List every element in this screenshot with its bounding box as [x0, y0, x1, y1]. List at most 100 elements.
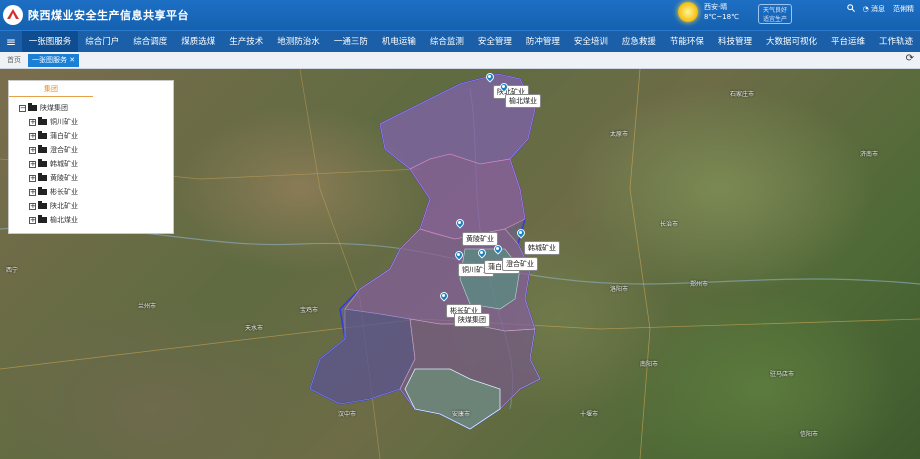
- tab-current[interactable]: 一张图服务 ✕: [28, 53, 80, 67]
- tree-node[interactable]: + 韩城矿业: [19, 157, 173, 171]
- user-name: 范俐精: [893, 5, 914, 13]
- weather-city: 西安·晴: [704, 3, 728, 11]
- marker-label[interactable]: 韩城矿业: [524, 241, 560, 255]
- nav-item[interactable]: 地测防治水: [270, 31, 327, 53]
- expand-icon[interactable]: +: [29, 174, 36, 182]
- folder-icon: [38, 131, 47, 139]
- tree-node[interactable]: + 榆北煤业: [19, 213, 173, 227]
- nav-item[interactable]: 煤质选煤: [174, 31, 222, 53]
- folder-icon: [38, 159, 47, 167]
- tree-node[interactable]: + 蒲白矿业: [19, 129, 173, 143]
- map-marker-pin[interactable]: [438, 290, 450, 302]
- city-label: 汉中市: [338, 411, 357, 418]
- tree-node-root[interactable]: − 陕煤集团: [19, 101, 173, 115]
- expand-icon[interactable]: +: [29, 118, 36, 126]
- bell-icon: ◔: [862, 5, 869, 13]
- expand-icon[interactable]: +: [29, 146, 36, 154]
- marker-label[interactable]: 陕煤集团: [454, 313, 490, 327]
- city-label: 宝鸡市: [300, 307, 319, 314]
- nav-item[interactable]: 一通三防: [327, 31, 375, 53]
- expand-icon[interactable]: +: [29, 202, 36, 210]
- nav-item[interactable]: 生产技术: [222, 31, 270, 53]
- nav-item[interactable]: 安全管理: [471, 31, 519, 53]
- org-tree-panel: 集团 − 陕煤集团 + 铜川矿业 + 蒲白矿业 + 澄合矿业 + 韩城矿业 + 黄陵矿业 + 彬长矿业…: [8, 80, 174, 234]
- map-marker-pin[interactable]: [453, 249, 465, 261]
- nav-item[interactable]: 科技管理: [711, 31, 759, 53]
- sun-icon: [678, 2, 698, 22]
- message-button[interactable]: ◔ 消息: [863, 4, 885, 14]
- nav-item[interactable]: 综合门户: [78, 31, 126, 53]
- folder-icon: [38, 201, 47, 209]
- city-label: 驻马店市: [770, 371, 795, 378]
- company-logo: [3, 5, 23, 25]
- city-label: 太原市: [610, 131, 629, 138]
- tree-node-label: 铜川矿业: [50, 118, 78, 126]
- city-label: 石家庄市: [730, 91, 755, 98]
- nav-item[interactable]: 综合调度: [126, 31, 174, 53]
- nav-item[interactable]: 平台运维: [824, 31, 872, 53]
- expand-icon[interactable]: +: [29, 132, 36, 140]
- city-label: 十堰市: [580, 411, 599, 418]
- map-marker-pin[interactable]: [476, 247, 488, 259]
- message-label: 消息: [871, 5, 885, 13]
- tree-node[interactable]: + 铜川矿业: [19, 115, 173, 129]
- expand-icon[interactable]: +: [29, 160, 36, 168]
- user-menu[interactable]: 范俐精: [893, 4, 914, 14]
- production-suggestion-text: 适宜生产: [762, 16, 787, 23]
- folder-icon: [28, 103, 37, 111]
- nav-item[interactable]: 节能环保: [663, 31, 711, 53]
- collapse-icon[interactable]: −: [19, 104, 26, 112]
- expand-icon[interactable]: +: [29, 216, 36, 224]
- refresh-icon[interactable]: ⟳: [906, 53, 914, 64]
- tab-home[interactable]: 首页: [3, 54, 25, 67]
- folder-icon: [38, 145, 47, 153]
- tree-tab-group[interactable]: 集团: [9, 81, 93, 97]
- close-icon[interactable]: ✕: [69, 56, 75, 64]
- city-label: 西宁: [6, 267, 19, 274]
- weather-widget: 西安·晴 8℃~18℃: [678, 2, 739, 22]
- map-marker-pin[interactable]: [498, 81, 510, 93]
- air-quality-text: 天气良好: [762, 7, 787, 14]
- tree-children: + 铜川矿业 + 蒲白矿业 + 澄合矿业 + 韩城矿业 + 黄陵矿业 + 彬长矿业 + 陕北矿业 + 榆北煤业: [19, 115, 173, 227]
- tree-node-label: 陕煤集团: [40, 104, 68, 112]
- folder-icon: [38, 187, 47, 195]
- map-marker-pin[interactable]: [515, 227, 527, 239]
- marker-label[interactable]: 澄合矿业: [502, 257, 538, 271]
- city-label: 安康市: [452, 411, 471, 418]
- tree-node[interactable]: + 陕北矿业: [19, 199, 173, 213]
- tree-node[interactable]: + 黄陵矿业: [19, 171, 173, 185]
- app-window: 陕西煤业安全生产信息共享平台 西安·晴 8℃~18℃ 天气良好 适宜生产 ◔ 消…: [0, 0, 920, 459]
- tree-node-label: 陕北矿业: [50, 202, 78, 210]
- marker-label[interactable]: 榆北煤业: [505, 94, 541, 108]
- marker-label[interactable]: 黄陵矿业: [462, 232, 498, 246]
- city-label: 南阳市: [640, 361, 659, 368]
- map-marker-pin[interactable]: [484, 71, 496, 83]
- expand-icon[interactable]: +: [29, 188, 36, 196]
- nav-item[interactable]: 应急救援: [615, 31, 663, 53]
- tree-node-label: 澄合矿业: [50, 146, 78, 154]
- nav-item[interactable]: 综合监测: [423, 31, 471, 53]
- city-label: 信阳市: [800, 431, 819, 438]
- city-label: 兰州市: [138, 303, 157, 310]
- main-nav: ≡ 一张图服务 综合门户 综合调度 煤质选煤 生产技术 地测防治水 一通三防 机电运输 综合监测…: [0, 30, 920, 53]
- tree-list: − 陕煤集团 + 铜川矿业 + 蒲白矿业 + 澄合矿业 + 韩城矿业 + 黄陵矿业 + 彬长矿业 + 陕北…: [9, 97, 173, 227]
- folder-icon: [38, 117, 47, 125]
- nav-item[interactable]: 机电运输: [375, 31, 423, 53]
- nav-item[interactable]: 一张图服务: [21, 30, 79, 53]
- nav-item[interactable]: 防冲管理: [519, 31, 567, 53]
- tree-node[interactable]: + 彬长矿业: [19, 185, 173, 199]
- map-marker-pin[interactable]: [454, 217, 466, 229]
- city-label: 济南市: [860, 151, 879, 158]
- nav-item[interactable]: 工作轨迹: [872, 31, 920, 53]
- nav-item[interactable]: 大数据可视化: [759, 31, 824, 53]
- menu-icon[interactable]: ≡: [0, 35, 22, 49]
- search-icon[interactable]: [846, 4, 855, 14]
- tree-node[interactable]: + 澄合矿业: [19, 143, 173, 157]
- folder-icon: [38, 215, 47, 223]
- map-marker-pin[interactable]: [492, 243, 504, 255]
- city-label: 洛阳市: [610, 286, 629, 293]
- app-header: 陕西煤业安全生产信息共享平台 西安·晴 8℃~18℃ 天气良好 适宜生产 ◔ 消…: [0, 0, 920, 30]
- nav-item[interactable]: 安全培训: [567, 31, 615, 53]
- city-label: 长治市: [660, 221, 679, 228]
- tree-node-label: 黄陵矿业: [50, 174, 78, 182]
